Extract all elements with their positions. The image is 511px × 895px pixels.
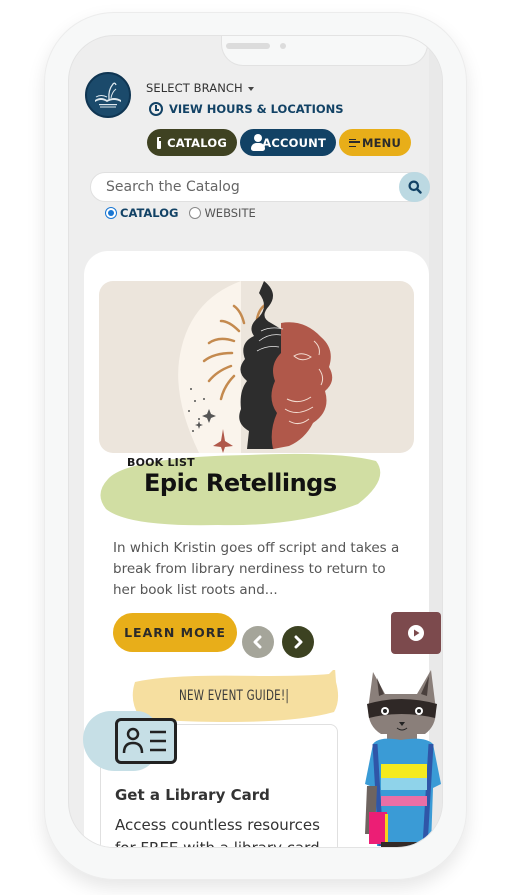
hero-image [99,281,414,453]
menu-button[interactable]: MENU [339,129,411,156]
carousel-prev-button[interactable] [242,626,274,658]
book-icon [157,136,166,149]
phone-screen: SELECT BRANCH VIEW HOURS & LOCATIONS CAT… [68,35,443,848]
catalog-button-label: CATALOG [167,135,227,150]
play-button[interactable] [391,612,441,654]
search-icon [408,180,422,194]
feature-eyebrow: BOOK LIST [127,456,195,469]
view-hours-label: VIEW HOURS & LOCATIONS [169,102,344,116]
raccoon-mascot[interactable] [359,664,443,848]
user-icon [250,134,266,151]
select-branch-label: SELECT BRANCH [146,81,243,95]
menu-button-label: MENU [361,135,401,150]
learn-more-button[interactable]: LEARN MORE [113,613,237,652]
carousel-next-button[interactable] [282,626,314,658]
feature-description: In which Kristin goes off script and tak… [113,540,400,598]
library-card-title: Get a Library Card [115,786,270,804]
play-icon [408,625,424,641]
chevron-left-icon [253,635,262,649]
caret-down-icon [247,86,254,91]
event-guide-text[interactable]: NEW EVENT GUIDE!| [179,688,289,704]
search-button[interactable] [399,172,430,202]
clock-icon [149,102,163,116]
search-bar [90,172,430,202]
hamburger-icon [349,138,360,147]
chevron-right-icon [294,635,303,649]
catalog-button[interactable]: CATALOG [147,129,237,156]
id-card-icon [115,718,177,764]
library-logo[interactable] [85,72,131,118]
catalog-radio[interactable] [105,207,117,219]
website-radio-label[interactable]: WEBSITE [204,206,255,220]
search-scope: CATALOG WEBSITE [105,206,256,220]
website-radio[interactable] [189,207,202,219]
phone-notch [221,36,428,66]
catalog-radio-label[interactable]: CATALOG [120,206,178,220]
view-hours-link[interactable]: VIEW HOURS & LOCATIONS [149,102,344,116]
select-branch-dropdown[interactable]: SELECT BRANCH [146,81,254,95]
library-card-text: Access countless resources for FREE with… [115,816,325,848]
phone-speaker [226,43,270,49]
header-nav: CATALOG ACCOUNT MENU [147,129,411,156]
account-button-label: ACCOUNT [262,135,326,150]
phone-camera [280,43,286,49]
feature-title[interactable]: Epic Retellings [144,469,337,497]
account-button[interactable]: ACCOUNT [240,129,336,156]
search-input[interactable] [91,179,391,195]
